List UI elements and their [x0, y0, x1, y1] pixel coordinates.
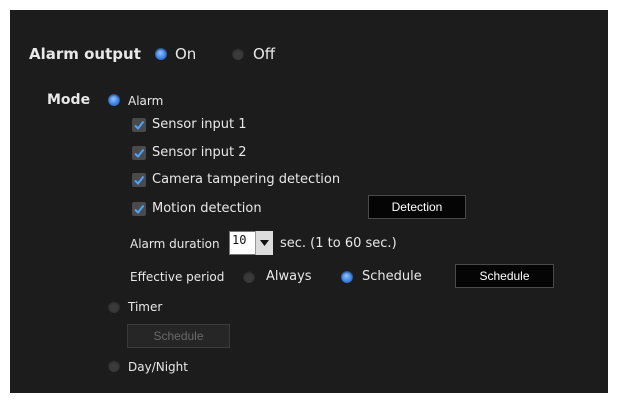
- mode-label: Mode: [47, 92, 91, 108]
- alarm-duration-unit: sec. (1 to 60 sec.): [280, 236, 397, 251]
- effective-period-always-label[interactable]: Always: [266, 269, 312, 285]
- alarm-output-off-radio[interactable]: [232, 48, 244, 60]
- sensor-input-2-checkbox[interactable]: [132, 146, 146, 160]
- timer-schedule-button[interactable]: Schedule: [127, 324, 230, 348]
- alarm-output-on-radio[interactable]: [155, 48, 167, 60]
- mode-day-night-radio[interactable]: [108, 360, 120, 372]
- motion-detection-label: Motion detection: [152, 201, 262, 216]
- sensor-input-1-checkbox[interactable]: [132, 118, 146, 132]
- mode-day-night-label[interactable]: Day/Night: [128, 359, 188, 375]
- camera-tampering-label: Camera tampering detection: [152, 172, 341, 187]
- mode-timer-label[interactable]: Timer: [128, 299, 162, 315]
- alarm-output-panel: Alarm output On Off Mode Alarm Sensor in…: [10, 10, 608, 393]
- checkmark-icon: [134, 120, 145, 131]
- effective-period-schedule-radio[interactable]: [341, 271, 353, 283]
- mode-alarm-label[interactable]: Alarm: [128, 93, 163, 109]
- effective-period-schedule-button[interactable]: Schedule: [455, 264, 554, 288]
- alarm-duration-label: Alarm duration: [130, 237, 220, 251]
- sensor-input-1-label: Sensor input 1: [152, 117, 247, 132]
- alarm-output-on-label[interactable]: On: [175, 46, 196, 62]
- mode-alarm-radio[interactable]: [108, 94, 120, 106]
- alarm-output-label: Alarm output: [29, 45, 141, 63]
- effective-period-schedule-label[interactable]: Schedule: [362, 269, 422, 285]
- dropdown-arrow-icon: [255, 231, 273, 255]
- sensor-input-2-label: Sensor input 2: [152, 145, 247, 160]
- checkmark-icon: [134, 204, 145, 215]
- checkmark-icon: [134, 175, 145, 186]
- motion-detection-checkbox[interactable]: [132, 202, 146, 216]
- effective-period-label: Effective period: [130, 270, 225, 284]
- mode-timer-radio[interactable]: [108, 301, 120, 313]
- alarm-duration-select[interactable]: 10: [229, 231, 273, 255]
- effective-period-always-radio[interactable]: [243, 271, 255, 283]
- detection-button[interactable]: Detection: [368, 195, 466, 219]
- camera-tampering-checkbox[interactable]: [132, 173, 146, 187]
- checkmark-icon: [134, 148, 145, 159]
- alarm-output-off-label[interactable]: Off: [253, 46, 275, 62]
- alarm-duration-value: 10: [232, 233, 247, 247]
